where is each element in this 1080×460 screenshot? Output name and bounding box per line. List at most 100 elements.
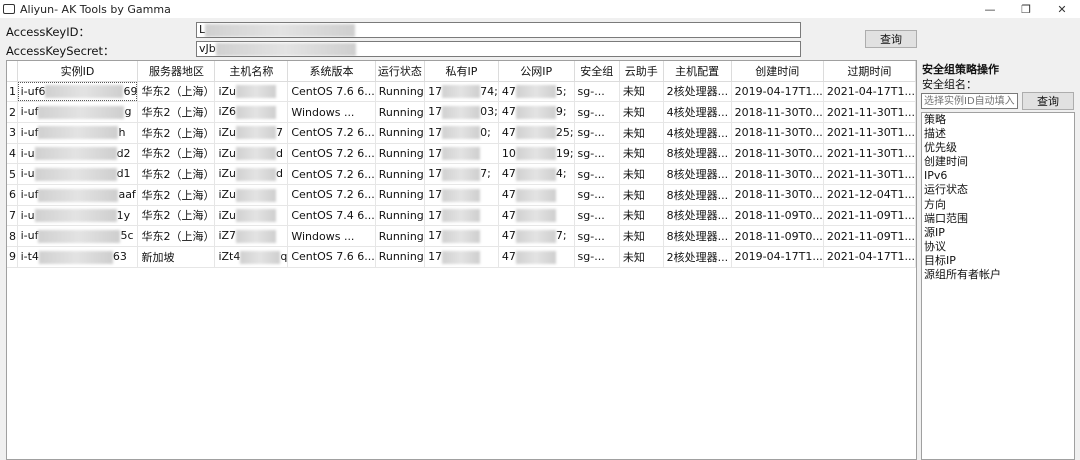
os-version-cell[interactable]: CentOS 7.2 6...: [287, 184, 376, 206]
expire-time-cell[interactable]: 2021-11-09T1...: [823, 225, 916, 247]
instance-id-cell[interactable]: i-uf 5c: [17, 225, 139, 247]
created-time-cell[interactable]: 2018-11-30T0...: [731, 122, 824, 144]
col-created[interactable]: 创建时间: [731, 61, 824, 82]
region-cell[interactable]: 华东2（上海）: [137, 101, 216, 123]
region-cell[interactable]: 华东2（上海）: [137, 122, 216, 144]
created-time-cell[interactable]: 2018-11-30T0...: [731, 163, 824, 185]
access-key-id-input[interactable]: L: [196, 22, 801, 38]
os-version-cell[interactable]: CentOS 7.2 6...: [287, 122, 376, 144]
os-version-cell[interactable]: CentOS 7.2 6...: [287, 143, 376, 165]
rule-field-item[interactable]: 端口范围: [922, 212, 1074, 226]
row-number[interactable]: 9: [7, 246, 18, 268]
table-row[interactable]: 3 i-uf h 华东2（上海） iZu 7 CentOS 7.2 6... Running 1…: [7, 122, 916, 144]
region-cell[interactable]: 华东2（上海）: [137, 225, 216, 247]
instance-id-cell[interactable]: i-t4 63: [17, 246, 139, 268]
hostname-cell[interactable]: iZ7: [214, 225, 289, 247]
public-ip-cell[interactable]: 47: [498, 184, 575, 206]
private-ip-cell[interactable]: 17 03;: [424, 101, 499, 123]
security-group-cell[interactable]: sg-...: [574, 101, 620, 123]
instance-id-cell[interactable]: i-u d2: [17, 143, 139, 165]
run-status-cell[interactable]: Running: [375, 101, 426, 123]
private-ip-cell[interactable]: 17: [424, 225, 499, 247]
hostname-cell[interactable]: iZu d: [214, 143, 289, 165]
rule-field-item[interactable]: 创建时间: [922, 155, 1074, 169]
table-row[interactable]: 6 i-uf aaf 华东2（上海） iZu CentOS 7.2 6... Running…: [7, 184, 916, 206]
table-row[interactable]: 7 i-u 1y 华东2（上海） iZu CentOS 7.4 6... Running 17…: [7, 205, 916, 227]
private-ip-cell[interactable]: 17 0;: [424, 122, 499, 144]
host-config-cell[interactable]: 2核处理器...: [663, 81, 732, 103]
run-status-cell[interactable]: Running: [375, 163, 426, 185]
instance-id-cell[interactable]: i-uf h: [17, 122, 139, 144]
expire-time-cell[interactable]: 2021-11-30T1...: [823, 143, 916, 165]
col-cloud-assistant[interactable]: 云助手: [619, 61, 664, 82]
rule-field-item[interactable]: 协议: [922, 240, 1074, 254]
instance-id-cell[interactable]: i-u 1y: [17, 205, 139, 227]
table-row[interactable]: 1 i-uf6 69 华东2（上海） iZu CentOS 7.6 6... Running…: [7, 81, 916, 103]
cloud-assistant-cell[interactable]: 未知: [619, 101, 664, 123]
public-ip-cell[interactable]: 47: [498, 246, 575, 268]
security-group-cell[interactable]: sg-...: [574, 143, 620, 165]
created-time-cell[interactable]: 2018-11-30T0...: [731, 143, 824, 165]
row-number[interactable]: 7: [7, 205, 18, 227]
query-button[interactable]: 查询: [865, 30, 917, 48]
host-config-cell[interactable]: 2核处理器...: [663, 246, 732, 268]
col-status[interactable]: 运行状态: [375, 61, 426, 82]
security-group-cell[interactable]: sg-...: [574, 184, 620, 206]
col-instance-id[interactable]: 实例ID: [17, 61, 139, 82]
region-cell[interactable]: 新加坡: [137, 246, 216, 268]
os-version-cell[interactable]: CentOS 7.4 6...: [287, 205, 376, 227]
cloud-assistant-cell[interactable]: 未知: [619, 143, 664, 165]
private-ip-cell[interactable]: 17 7;: [424, 163, 499, 185]
maximize-button[interactable]: ❐: [1008, 0, 1044, 18]
rule-field-item[interactable]: 描述: [922, 127, 1074, 141]
col-hostname[interactable]: 主机名称: [214, 61, 289, 82]
security-group-cell[interactable]: sg-...: [574, 225, 620, 247]
private-ip-cell[interactable]: 17 74;: [424, 81, 499, 103]
security-group-cell[interactable]: sg-...: [574, 205, 620, 227]
instance-id-cell[interactable]: i-uf aaf: [17, 184, 139, 206]
private-ip-cell[interactable]: 17: [424, 246, 499, 268]
public-ip-cell[interactable]: 47 9;: [498, 101, 575, 123]
rule-field-item[interactable]: IPv6: [922, 169, 1074, 183]
created-time-cell[interactable]: 2018-11-30T0...: [731, 184, 824, 206]
hostname-cell[interactable]: iZu d: [214, 163, 289, 185]
host-config-cell[interactable]: 8核处理器...: [663, 143, 732, 165]
cloud-assistant-cell[interactable]: 未知: [619, 205, 664, 227]
table-row[interactable]: 8 i-uf 5c 华东2（上海） iZ7 Windows ... Running 17 47 7…: [7, 225, 916, 247]
cloud-assistant-cell[interactable]: 未知: [619, 246, 664, 268]
region-cell[interactable]: 华东2（上海）: [137, 163, 216, 185]
access-key-secret-input[interactable]: vJb: [196, 41, 801, 57]
public-ip-cell[interactable]: 47: [498, 205, 575, 227]
os-version-cell[interactable]: Windows ...: [287, 225, 376, 247]
expire-time-cell[interactable]: 2021-12-04T1...: [823, 184, 916, 206]
rule-field-item[interactable]: 源组所有者帐户: [922, 268, 1074, 282]
hostname-cell[interactable]: iZ6: [214, 101, 289, 123]
hostname-cell[interactable]: iZt4 q: [214, 246, 289, 268]
row-number[interactable]: 3: [7, 122, 18, 144]
run-status-cell[interactable]: Running: [375, 81, 426, 103]
rule-field-item[interactable]: 策略: [922, 113, 1074, 127]
rule-field-item[interactable]: 源IP: [922, 226, 1074, 240]
rule-field-item[interactable]: 优先级: [922, 141, 1074, 155]
public-ip-cell[interactable]: 47 5;: [498, 81, 575, 103]
instance-id-cell[interactable]: i-u d1: [17, 163, 139, 185]
run-status-cell[interactable]: Running: [375, 122, 426, 144]
run-status-cell[interactable]: Running: [375, 143, 426, 165]
minimize-button[interactable]: —: [972, 0, 1008, 18]
private-ip-cell[interactable]: 17: [424, 143, 499, 165]
host-config-cell[interactable]: 4核处理器...: [663, 122, 732, 144]
cloud-assistant-cell[interactable]: 未知: [619, 184, 664, 206]
host-config-cell[interactable]: 4核处理器...: [663, 101, 732, 123]
region-cell[interactable]: 华东2（上海）: [137, 143, 216, 165]
cloud-assistant-cell[interactable]: 未知: [619, 122, 664, 144]
created-time-cell[interactable]: 2019-04-17T1...: [731, 246, 824, 268]
security-group-input[interactable]: [921, 93, 1018, 109]
expire-time-cell[interactable]: 2021-11-09T1...: [823, 205, 916, 227]
security-group-cell[interactable]: sg-...: [574, 246, 620, 268]
rule-field-item[interactable]: 目标IP: [922, 254, 1074, 268]
public-ip-cell[interactable]: 47 7;: [498, 225, 575, 247]
security-group-cell[interactable]: sg-...: [574, 81, 620, 103]
region-cell[interactable]: 华东2（上海）: [137, 205, 216, 227]
instance-id-cell[interactable]: i-uf6 69: [17, 81, 139, 103]
row-number[interactable]: 4: [7, 143, 18, 165]
